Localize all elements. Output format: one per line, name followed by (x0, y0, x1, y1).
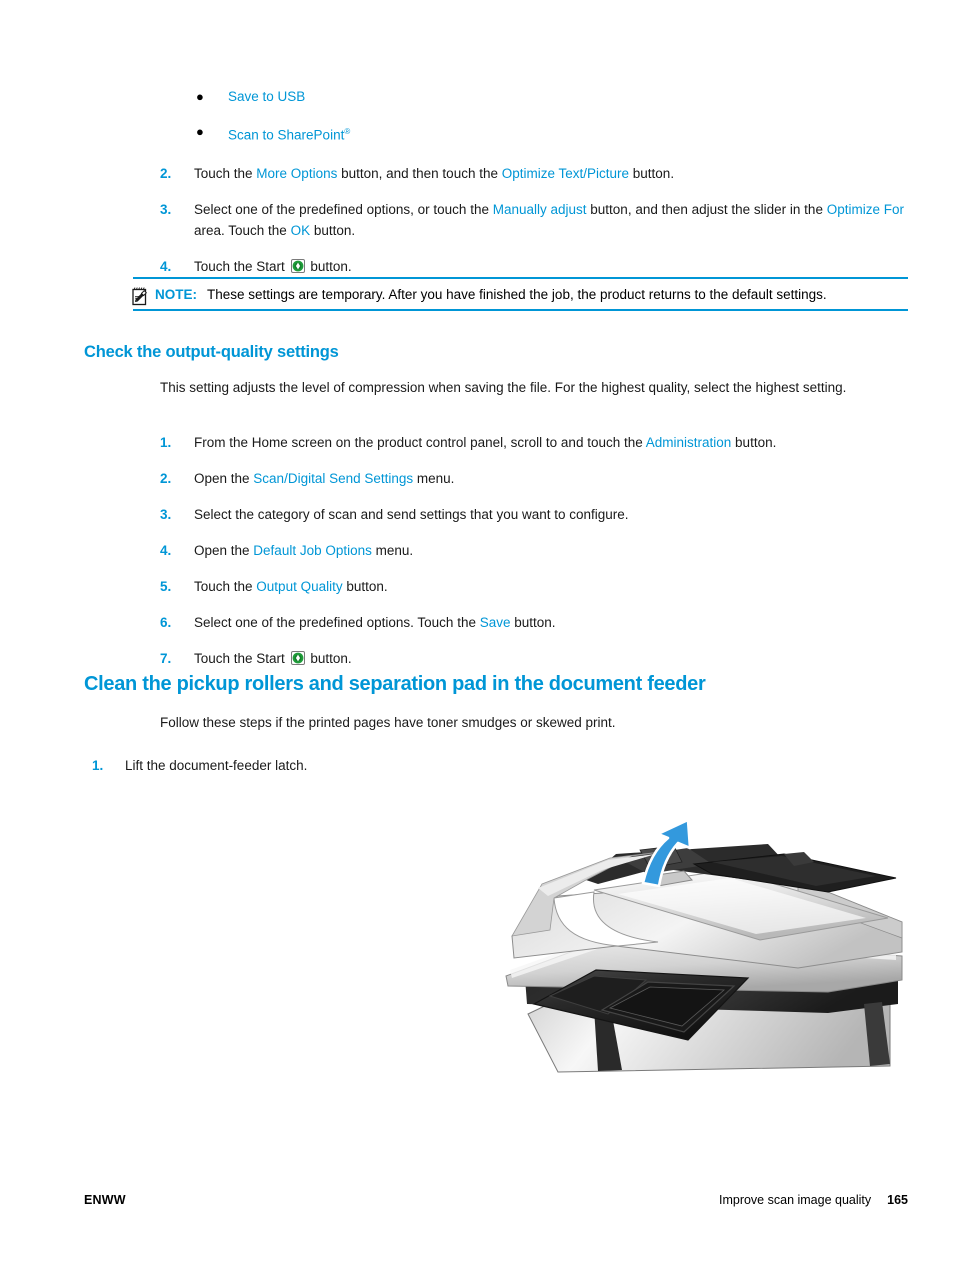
note-text: These settings are temporary. After you … (207, 287, 827, 302)
document-page: ● Save to USB ● Scan to SharePoint® 2. Touch… (0, 0, 954, 1270)
step-text: Select one of the predefined options, or… (194, 202, 493, 217)
step-text: button. (306, 259, 352, 274)
step-text: button. (629, 166, 675, 181)
note-admonition: NOTE: These settings are temporary. After… (132, 277, 908, 311)
step-text: Open the (194, 471, 254, 486)
step-number: 6. (160, 615, 172, 630)
step-text: Touch the (194, 166, 257, 181)
numbered-step: 5. Touch the Output Quality button. (160, 576, 910, 597)
step-text: button, and then touch the (337, 166, 502, 181)
steps-list-clean-rollers: 1. Lift the document-feeder latch. (92, 755, 892, 791)
step-body: Select one of the predefined options. To… (194, 612, 910, 633)
ui-reference-link[interactable]: Default Job Options (253, 543, 372, 558)
step-number: 1. (160, 435, 172, 450)
step-number: 4. (160, 543, 172, 558)
step-text: menu. (413, 471, 455, 486)
step-text: Select the category of scan and send set… (194, 507, 629, 522)
step-number: 2. (160, 471, 172, 486)
step-number: 3. (160, 507, 172, 522)
step-text: button. (310, 223, 356, 238)
ui-reference-link[interactable]: Scan/Digital Send Settings (253, 471, 413, 486)
note-pad-pencil-icon (132, 286, 151, 306)
footer-section-title: Improve scan image quality (718, 1193, 872, 1207)
note-label: NOTE: (155, 287, 197, 302)
intro-output-quality: This setting adjusts the level of compre… (160, 380, 847, 395)
footer-page-number: 165 (887, 1193, 908, 1207)
steps-list-output-quality: 1. From the Home screen on the product co… (160, 432, 910, 684)
numbered-step: 3. Select the category of scan and send s… (160, 504, 910, 525)
start-button-icon (290, 258, 305, 273)
start-button-icon (290, 650, 305, 665)
bullet-list-item: ● Scan to SharePoint® (196, 123, 908, 144)
steps-list-top: 2. Touch the More Options button, and the… (160, 163, 910, 292)
page-footer: ENWW Improve scan image quality 165 (84, 1193, 908, 1207)
numbered-step: 4. Open the Default Job Options menu. (160, 540, 910, 561)
ui-reference-link[interactable]: Optimize Text/Picture (502, 166, 629, 181)
step-text: Lift the document-feeder latch. (125, 758, 308, 773)
numbered-step: 6. Select one of the predefined options. … (160, 612, 910, 633)
intro-clean-rollers: Follow these steps if the printed pages … (160, 715, 616, 730)
registered-mark: ® (344, 127, 351, 136)
step-text: button. (342, 579, 388, 594)
step-text: area. Touch the (194, 223, 291, 238)
step-body: From the Home screen on the product cont… (194, 432, 910, 453)
ui-reference-link[interactable]: Output Quality (256, 579, 342, 594)
ui-reference-link[interactable]: Save (480, 615, 511, 630)
step-body: Select the category of scan and send set… (194, 504, 910, 525)
step-body: Touch the Start button. (194, 648, 910, 669)
step-text: Touch the Start (194, 259, 289, 274)
step-number: 7. (160, 651, 172, 666)
step-text: menu. (371, 543, 414, 558)
step-body: Touch the Start button. (194, 256, 910, 277)
step-body: Lift the document-feeder latch. (125, 755, 892, 776)
step-number: 2. (160, 166, 172, 181)
step-text: button, and then adjust the slider in th… (586, 202, 827, 217)
step-text: Touch the Start (194, 651, 289, 666)
numbered-step: 3. Select one of the predefined options, … (160, 199, 910, 241)
ui-reference-link[interactable]: Administration (646, 435, 732, 450)
numbered-step: 1. Lift the document-feeder latch. (92, 755, 892, 776)
step-body: Open the Default Job Options menu. (194, 540, 910, 561)
bullet-list-item: ● Save to USB (196, 88, 908, 105)
numbered-step: 1. From the Home screen on the product co… (160, 432, 910, 453)
ui-reference-link[interactable]: Manually adjust (493, 202, 587, 217)
step-body: Open the Scan/Digital Send Settings menu… (194, 468, 910, 489)
ui-reference-link[interactable]: Save to USB (228, 88, 305, 105)
bullet-dot-icon: ● (196, 89, 204, 104)
heading-clean-pickup-rollers: Clean the pickup rollers and separation … (84, 673, 706, 695)
step-text: button. (510, 615, 556, 630)
footer-locale: ENWW (84, 1193, 126, 1207)
step-body: Select one of the predefined options, or… (194, 199, 910, 241)
step-number: 4. (160, 259, 172, 274)
heading-check-output-quality: Check the output-quality settings (84, 343, 339, 361)
ui-reference-link[interactable]: OK (291, 223, 311, 238)
bullet-list: ● Save to USB ● Scan to SharePoint® (196, 88, 908, 162)
step-text: Touch the (194, 579, 257, 594)
step-text: Open the (194, 543, 254, 558)
step-number: 3. (160, 202, 172, 217)
step-text: button. (306, 651, 352, 666)
step-text: Select one of the predefined options. To… (194, 615, 480, 630)
step-number: 1. (92, 758, 104, 773)
ui-reference-link[interactable]: Optimize For (827, 202, 904, 217)
document-feeder-latch-illustration (498, 818, 910, 1073)
step-body: Touch the Output Quality button. (194, 576, 910, 597)
ui-reference-link[interactable]: More Options (256, 166, 337, 181)
numbered-step: 2. Touch the More Options button, and the… (160, 163, 910, 184)
numbered-step: 4. Touch the Start button. (160, 256, 910, 277)
numbered-step: 7. Touch the Start button. (160, 648, 910, 669)
bullet-dot-icon: ● (196, 124, 204, 139)
step-body: Touch the More Options button, and then … (194, 163, 910, 184)
step-text: button. (731, 435, 777, 450)
numbered-step: 2. Open the Scan/Digital Send Settings me… (160, 468, 910, 489)
step-number: 5. (160, 579, 172, 594)
step-text: From the Home screen on the product cont… (194, 435, 646, 450)
ui-reference-link[interactable]: Scan to SharePoint® (228, 123, 350, 144)
